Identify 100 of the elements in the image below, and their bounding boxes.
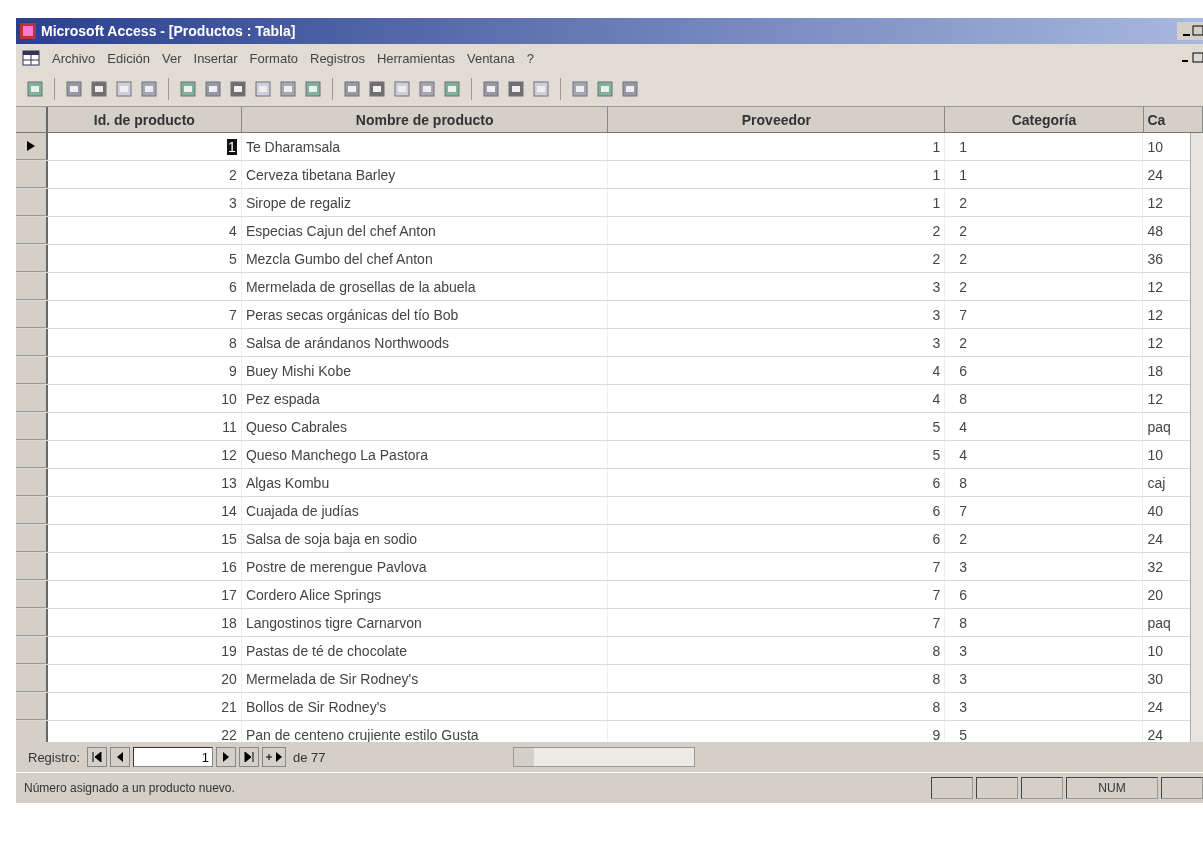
previous-record-button[interactable]: [110, 747, 131, 767]
last-record-button[interactable]: [239, 747, 260, 767]
minimize-icon[interactable]: [1177, 22, 1203, 40]
column-header[interactable]: Id. de producto: [47, 107, 242, 132]
status-message: Número asignado a un producto nuevo.: [24, 781, 235, 795]
table-cell: 2: [945, 273, 1144, 300]
menu-item[interactable]: Formato: [249, 50, 298, 66]
menu-item[interactable]: Herramientas: [376, 50, 455, 66]
record-count: de 77: [293, 749, 326, 765]
table-cell: 6: [47, 273, 242, 300]
table-cell: 4: [47, 217, 242, 244]
current-row-icon: [26, 141, 35, 151]
table-cell: 3: [608, 301, 946, 328]
menu-item[interactable]: Registros: [310, 50, 365, 66]
table-cell: Cerveza tibetana Barley: [241, 161, 609, 188]
column-header[interactable]: Nombre de producto: [241, 107, 609, 132]
table-cell: 6: [608, 497, 946, 524]
table-cell: 3: [945, 693, 1144, 720]
table-cell: 2: [945, 329, 1144, 356]
table-cell: 18: [47, 609, 242, 636]
table-cell: Langostinos tigre Carnarvon: [241, 609, 609, 636]
table-cell: Cordero Alice Springs: [241, 581, 609, 608]
status-panel: [976, 777, 1018, 799]
table-cell: 7: [945, 497, 1144, 524]
horizontal-scrollbar[interactable]: [512, 747, 695, 767]
table-cell: 7: [945, 301, 1144, 328]
table-cell: 5: [47, 245, 242, 272]
table-cell: 3: [608, 329, 946, 356]
table-icon: [22, 50, 40, 66]
table-cell: Sirope de regaliz: [241, 189, 609, 216]
vertical-scrollbar[interactable]: [1190, 133, 1203, 742]
column-header[interactable]: Ca: [1143, 107, 1203, 132]
table-cell: 14: [47, 497, 242, 524]
table-cell: 3: [608, 273, 946, 300]
table-cell: 8: [608, 665, 946, 692]
table-cell: 8: [945, 609, 1144, 636]
table-cell: 4: [608, 357, 946, 384]
table-cell: 11: [47, 413, 242, 440]
menu-item[interactable]: ?: [526, 50, 534, 66]
table-cell: 13: [47, 469, 242, 496]
table-cell: 15: [47, 525, 242, 552]
table-cell: 4: [945, 413, 1144, 440]
table-cell: 10: [47, 385, 242, 412]
table-cell: 21: [47, 693, 242, 720]
table-cell: 2: [945, 245, 1144, 272]
table-cell: 7: [608, 581, 946, 608]
table-cell: Bollos de Sir Rodney's: [241, 693, 609, 720]
table-cell: 8: [47, 329, 242, 356]
table-cell: 2: [608, 245, 946, 272]
table-cell: 1: [945, 133, 1144, 160]
table-cell: 2: [608, 217, 946, 244]
table-cell: Algas Kombu: [241, 469, 609, 496]
table-cell: 8: [945, 469, 1144, 496]
menu-item[interactable]: Edición: [107, 50, 150, 66]
table-cell: 2: [47, 161, 242, 188]
table-cell: 6: [608, 469, 946, 496]
table-cell: 4: [608, 385, 946, 412]
table-cell: 7: [47, 301, 242, 328]
table-cell: 12: [47, 441, 242, 468]
table-cell: 2: [945, 217, 1144, 244]
table-cell: 8: [945, 385, 1144, 412]
table-cell: 3: [945, 553, 1144, 580]
table-cell: 8: [608, 637, 946, 664]
column-header[interactable]: Proveedor: [608, 107, 946, 132]
table-cell: 8: [608, 693, 946, 720]
status-panel: [1161, 777, 1203, 799]
column-header[interactable]: Categoría: [945, 107, 1144, 132]
table-cell: Cuajada de judías: [241, 497, 609, 524]
table-cell: 3: [945, 637, 1144, 664]
table-cell: 17: [47, 581, 242, 608]
menu-item[interactable]: Ventana: [466, 50, 515, 66]
table-cell: Peras secas orgánicas del tío Bob: [241, 301, 609, 328]
table-cell: 1: [47, 133, 242, 160]
table-cell: Mezcla Gumbo del chef Anton: [241, 245, 609, 272]
table-cell: Especias Cajun del chef Anton: [241, 217, 609, 244]
table-cell: Salsa de arándanos Northwoods: [241, 329, 609, 356]
row-selector[interactable]: [16, 133, 48, 160]
first-record-button[interactable]: [87, 747, 108, 767]
record-number-field[interactable]: 1: [133, 747, 214, 767]
menu-item[interactable]: Ver: [162, 50, 182, 66]
table-cell: Postre de merengue Pavlova: [241, 553, 609, 580]
table-cell: 7: [608, 553, 946, 580]
window-title: Microsoft Access - [Productos : Tabla]: [41, 23, 296, 39]
table-cell: Mermelada de grosellas de la abuela: [241, 273, 609, 300]
table-cell: Te Dharamsala: [241, 133, 609, 160]
table-cell: Queso Cabrales: [241, 413, 609, 440]
table-cell: 1: [608, 133, 946, 160]
table-cell: 19: [47, 637, 242, 664]
table-cell: Buey Mishi Kobe: [241, 357, 609, 384]
status-panel: [931, 777, 973, 799]
table-cell: Salsa de soja baja en sodio: [241, 525, 609, 552]
table-cell: 7: [608, 609, 946, 636]
table-cell: Pastas de té de chocolate: [241, 637, 609, 664]
table-cell: 20: [47, 665, 242, 692]
next-record-button[interactable]: [216, 747, 237, 767]
menu-item[interactable]: Archivo: [52, 50, 96, 66]
menu-item[interactable]: Insertar: [193, 50, 238, 66]
table-cell: 2: [945, 189, 1144, 216]
new-record-button[interactable]: [262, 747, 287, 767]
table-cell: 1: [608, 161, 946, 188]
